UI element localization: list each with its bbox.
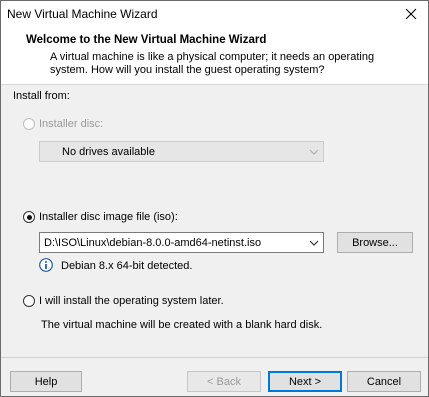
disc-drive-select[interactable]: No drives available [39,141,324,162]
back-button[interactable]: < Back [187,371,261,392]
install-later-radio[interactable] [23,295,35,307]
installer-disc-label: Installer disc: [39,118,104,130]
info-icon [39,258,53,272]
iso-path-value: D:\ISO\Linux\debian-8.0.0-amd64-netinst.… [44,237,262,249]
disc-drive-value: No drives available [62,146,155,158]
window-title: New Virtual Machine Wizard [7,7,158,21]
close-button[interactable] [394,1,428,27]
wizard-header: Welcome to the New Virtual Machine Wizar… [1,27,428,85]
iso-image-label: Installer disc image file (iso): [39,211,178,223]
chevron-down-icon [309,240,319,246]
install-later-description: The virtual machine will be created with… [41,319,323,331]
title-bar: New Virtual Machine Wizard [1,1,428,27]
wizard-window: New Virtual Machine Wizard Welcome to th… [0,0,429,397]
iso-image-radio[interactable] [23,211,35,223]
header-description: A virtual machine is like a physical com… [50,51,375,76]
help-button[interactable]: Help [10,371,82,392]
os-detected-text: Debian 8.x 64-bit detected. [61,260,193,272]
install-later-label: I will install the operating system late… [39,295,224,307]
footer-divider [1,357,428,358]
close-icon [405,8,417,20]
browse-button[interactable]: Browse... [337,232,413,253]
iso-path-select[interactable]: D:\ISO\Linux\debian-8.0.0-amd64-netinst.… [39,232,324,253]
install-from-label: Install from: [13,90,70,102]
next-button[interactable]: Next > [268,371,342,392]
installer-disc-radio[interactable] [23,118,35,130]
header-title: Welcome to the New Virtual Machine Wizar… [26,34,267,46]
cancel-button[interactable]: Cancel [347,371,421,392]
chevron-down-icon [309,149,319,155]
